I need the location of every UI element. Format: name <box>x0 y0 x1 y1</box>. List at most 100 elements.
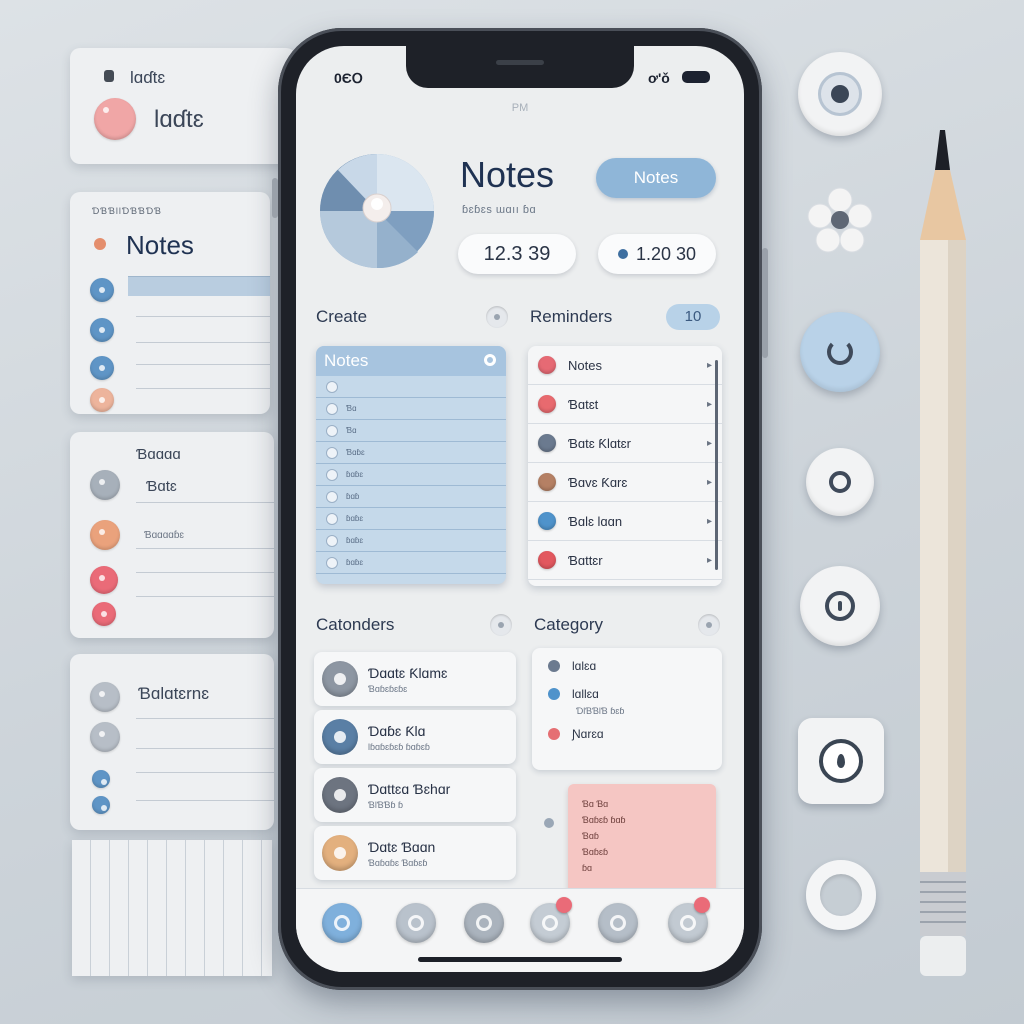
create-more-icon[interactable] <box>486 306 508 328</box>
note-row[interactable]: Ɓɑɓɛ <box>316 442 506 464</box>
volume-button <box>272 178 278 218</box>
calendar-item-title: Ɗɑɑtɛ Ƙlɑmɛ <box>368 664 448 681</box>
right-record-button[interactable] <box>798 52 882 136</box>
bg-second-divider <box>136 596 274 597</box>
note-row[interactable]: Ɓɑ <box>316 420 506 442</box>
reminder-row[interactable]: Ɓɑlɛ lɑɑn ▸ <box>528 502 722 541</box>
note-row-icon <box>326 556 338 569</box>
counter-dot-icon <box>617 249 628 259</box>
calendar-glyph-icon <box>334 731 346 743</box>
notification-badge <box>694 897 710 913</box>
calendar-item-title: Ɗɑtɛ Ɓɑɑn <box>368 838 436 855</box>
reminders-scrollbar[interactable] <box>715 360 718 570</box>
category-list: Ɩɑlɛɑ Ɩɑllɛɑ ƊƖƁƁƖƁ ɓɛɓ Ɲɑrɛɑ <box>532 648 722 770</box>
note-row[interactable]: ɓɑɓɛ <box>316 508 506 530</box>
calendar-item[interactable]: Ɗɑtɛ Ɓɑɑn Ɓɑɓɑɓɛ Ɓɑɓɛɓ <box>314 826 516 880</box>
category-row[interactable]: Ɩɑllɛɑ <box>532 684 722 704</box>
bg-card-third: Ɓɑlɑtɛrnɛ <box>70 654 274 830</box>
leaf-icon <box>819 739 863 783</box>
calendar-item[interactable]: Ɗɑɓɛ Ƙlɑ Ɩɓɑɓɛɓɛɓ ɓɑɓɛɓ <box>314 710 516 764</box>
calendar-item-icon <box>322 835 358 871</box>
bg-pink-dot-icon <box>94 98 136 140</box>
right-lock-button[interactable] <box>806 448 874 516</box>
calendar-glyph-icon <box>334 789 346 801</box>
note-row-icon <box>326 534 338 547</box>
tab-compass[interactable] <box>396 903 436 943</box>
phone-screen: 0ЄՕ ơ'ǒ PM Notes ɓɛɓɛs ɯɑıı ɓɑ Notes 12.… <box>296 46 744 972</box>
calendar-item-sub: Ɓɑɓɑɓɛ Ɓɑɓɛɓ <box>368 857 428 868</box>
calendar-item-title: Ɗɑttɛɑ Ɓɛhɑr <box>368 780 451 797</box>
right-info-button[interactable] <box>800 566 880 646</box>
reminder-label: Ɓɑlɛ lɑɑn <box>568 513 623 529</box>
bg-orange-dot-icon <box>90 520 120 550</box>
note-row[interactable]: ɓɑɓɛ <box>316 552 506 574</box>
counter-left-value: 12.3 39 <box>483 242 551 265</box>
sticky-line: Ɓɑɓɛɓ <box>582 847 608 857</box>
home-indicator[interactable] <box>418 957 622 962</box>
right-blue-button[interactable] <box>800 312 880 392</box>
battery-icon <box>682 71 710 83</box>
counter-left[interactable]: 12.3 39 <box>458 234 576 274</box>
pie-widget[interactable] <box>318 152 436 270</box>
calendar-item-title: Ɗɑɓɛ Ƙlɑ <box>368 722 426 739</box>
tab-sync[interactable] <box>598 903 638 943</box>
calendar-item[interactable]: Ɗɑttɛɑ Ɓɛhɑr ƁƖƁƁɓ ɓ <box>314 768 516 822</box>
reminder-dot-icon <box>538 551 556 569</box>
speaker-grille <box>496 60 544 65</box>
reminder-dot-icon <box>538 356 556 374</box>
category-row[interactable]: Ɩɑlɛɑ <box>532 656 722 676</box>
section-calendars[interactable]: Catonders <box>316 610 512 640</box>
bg-card-top: Ɩɑɗtɛ Ɩɑɗtɛ <box>70 48 296 164</box>
bg-card-top-sub: Ɩɑɗtɛ <box>154 106 204 133</box>
note-row-icon <box>326 446 338 459</box>
counter-right-value: 1.20 30 <box>635 243 697 264</box>
note-row[interactable]: Ɓɑ <box>316 398 506 420</box>
reminder-dot-icon <box>538 395 556 413</box>
reminder-row[interactable]: Ɓɑtɛt ▸ <box>528 385 722 424</box>
chevron-right-icon: ▸ <box>706 398 712 410</box>
notes-list-header: Notes <box>316 346 506 376</box>
calendar-item-sub: Ɓɑɓɛɓɛɓɛ <box>368 683 408 694</box>
sticky-line: Ɓɑɓɛɓ ɓɑɓ <box>582 815 626 825</box>
phone-frame: 0ЄՕ ơ'ǒ PM Notes ɓɛɓɛs ɯɑıı ɓɑ Notes 12.… <box>272 28 768 990</box>
category-more-icon[interactable] <box>698 614 720 636</box>
sticky-note[interactable]: Ɓɑ Ɓɑ Ɓɑɓɛɓ ɓɑɓ Ɓɑɓ Ɓɑɓɛɓ ɓɑ <box>568 784 716 898</box>
section-category-label: Category <box>534 615 603 634</box>
tab-notes[interactable] <box>322 903 362 943</box>
bg-third-divider <box>136 800 274 801</box>
right-square-button[interactable] <box>798 718 884 804</box>
note-row-label: Ɓɑɓɛ <box>346 448 365 457</box>
notes-button[interactable]: Notes <box>596 158 716 198</box>
sticky-line: Ɓɑɓ <box>582 831 599 841</box>
section-create-label: Create <box>316 307 368 326</box>
reminder-row[interactable]: Ɓɑtɛ Ƙlɑtɛr ▸ <box>528 424 722 463</box>
reminder-row[interactable]: Notes ▸ <box>528 346 722 385</box>
note-row-label: ɓɑɓ <box>346 492 360 501</box>
note-row[interactable]: ɓɑɓ <box>316 486 506 508</box>
category-bullet-icon <box>544 818 554 828</box>
section-category[interactable]: Category <box>534 610 720 640</box>
category-row[interactable]: Ɲɑrɛɑ <box>532 724 722 744</box>
section-create[interactable]: Create <box>316 302 508 332</box>
reminder-row[interactable]: Ɓɑttɛr ▸ <box>528 541 722 580</box>
note-row-label: ɓɑɓɛ <box>346 514 364 523</box>
note-row[interactable]: ɓɑɓɛ <box>316 464 506 486</box>
counter-right[interactable]: 1.20 30 <box>598 234 716 274</box>
chevron-right-icon: ▸ <box>706 359 712 371</box>
ring-icon[interactable] <box>806 860 876 930</box>
note-row[interactable] <box>316 376 506 398</box>
tab-profile[interactable] <box>668 897 710 943</box>
refresh-icon <box>827 339 853 365</box>
note-row[interactable]: ɓɑɓɛ <box>316 530 506 552</box>
tab-photo[interactable] <box>464 903 504 943</box>
calendar-item[interactable]: Ɗɑɑtɛ Ƙlɑmɛ Ɓɑɓɛɓɛɓɛ <box>314 652 516 706</box>
pm-label: PM <box>511 102 529 114</box>
tab-alert[interactable] <box>530 897 572 943</box>
flower-icon[interactable] <box>804 184 876 256</box>
notes-list: Notes Ɓɑ Ɓɑ Ɓɑɓɛ ɓɑɓɛ ɓɑɓ ɓɑɓɛ ɓɑɓɛ ɓɑɓɛ <box>316 346 506 584</box>
bg-blue-dot-icon <box>90 318 114 342</box>
section-reminders[interactable]: Reminders 10 <box>530 302 720 332</box>
calendars-more-icon[interactable] <box>490 614 512 636</box>
reminder-row[interactable]: Ɓɑvɛ Ƙɑrɛ ▸ <box>528 463 722 502</box>
notes-list-menu-icon[interactable] <box>484 354 496 366</box>
